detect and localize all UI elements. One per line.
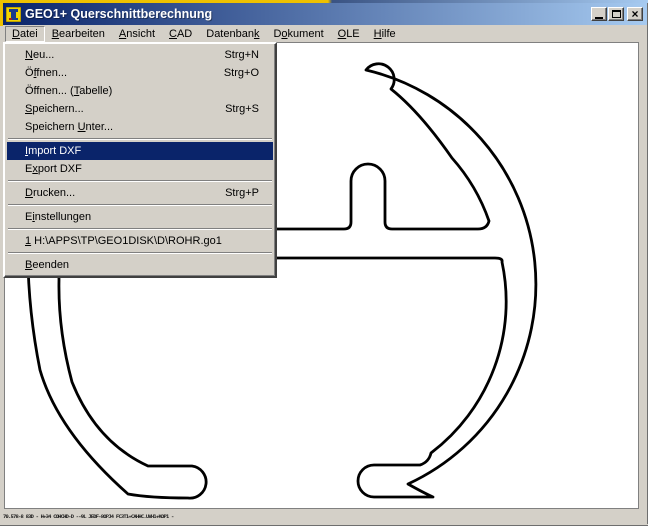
menu-item-import-dxf[interactable]: Import DXF bbox=[7, 142, 273, 160]
menubar-item-hilfe[interactable]: Hilfe bbox=[367, 26, 403, 42]
titlebar[interactable]: GEO1+ Querschnittberechnung × bbox=[3, 3, 647, 25]
close-button[interactable]: × bbox=[627, 7, 643, 21]
minimize-icon bbox=[595, 17, 603, 19]
menu-separator bbox=[8, 228, 272, 230]
menubar: Datei Bearbeiten Ansicht CAD Datenbank D… bbox=[3, 25, 645, 42]
menu-item-einstellungen[interactable]: Einstellungen bbox=[7, 208, 273, 226]
menu-separator bbox=[8, 252, 272, 254]
app-icon[interactable] bbox=[6, 7, 21, 22]
menu-item-beenden[interactable]: Beenden bbox=[7, 256, 273, 274]
minimize-button[interactable] bbox=[591, 7, 607, 21]
menubar-item-cad[interactable]: CAD bbox=[162, 26, 199, 42]
menubar-item-ole[interactable]: OLE bbox=[331, 26, 367, 42]
menu-item-recent-file-1[interactable]: 1 H:\APPS\TP\GEO1DISK\D\ROHR.go1 bbox=[7, 232, 273, 250]
menubar-item-bearbeiten[interactable]: Bearbeiten bbox=[45, 26, 112, 42]
menu-separator bbox=[8, 138, 272, 140]
menubar-item-dokument[interactable]: Dokument bbox=[266, 26, 330, 42]
menubar-item-datenbank[interactable]: Datenbank bbox=[199, 26, 266, 42]
menu-separator bbox=[8, 204, 272, 206]
maximize-icon bbox=[612, 10, 621, 18]
menu-item-oeffnen[interactable]: Öffnen... Strg+O bbox=[7, 64, 273, 82]
menu-item-neu[interactable]: Neu... Strg+N bbox=[7, 46, 273, 64]
file-menu: Neu... Strg+N Öffnen... Strg+O Öffnen...… bbox=[3, 42, 277, 278]
window-controls: × bbox=[591, 7, 643, 21]
menu-separator bbox=[8, 180, 272, 182]
menu-item-oeffnen-tabelle[interactable]: Öffnen... (Tabelle) bbox=[7, 82, 273, 100]
menubar-item-ansicht[interactable]: Ansicht bbox=[112, 26, 162, 42]
close-icon: × bbox=[631, 9, 638, 19]
status-text: 70.578-8 83D - H+34 COHCHD-D --9L JEDF-8… bbox=[3, 514, 173, 519]
menubar-item-datei[interactable]: Datei bbox=[5, 26, 45, 42]
menu-item-speichern[interactable]: Speichern... Strg+S bbox=[7, 100, 273, 118]
window-title: GEO1+ Querschnittberechnung bbox=[25, 7, 212, 21]
menu-item-export-dxf[interactable]: Export DXF bbox=[7, 160, 273, 178]
maximize-button[interactable] bbox=[608, 7, 624, 21]
menu-item-speichern-unter[interactable]: Speichern Unter... bbox=[7, 118, 273, 136]
app-window: { "window": { "title": "GEO1+ Querschnit… bbox=[0, 0, 648, 526]
statusbar: 70.578-8 83D - H+34 COHCHD-D --9L JEDF-8… bbox=[3, 510, 645, 523]
menu-item-drucken[interactable]: Drucken... Strg+P bbox=[7, 184, 273, 202]
